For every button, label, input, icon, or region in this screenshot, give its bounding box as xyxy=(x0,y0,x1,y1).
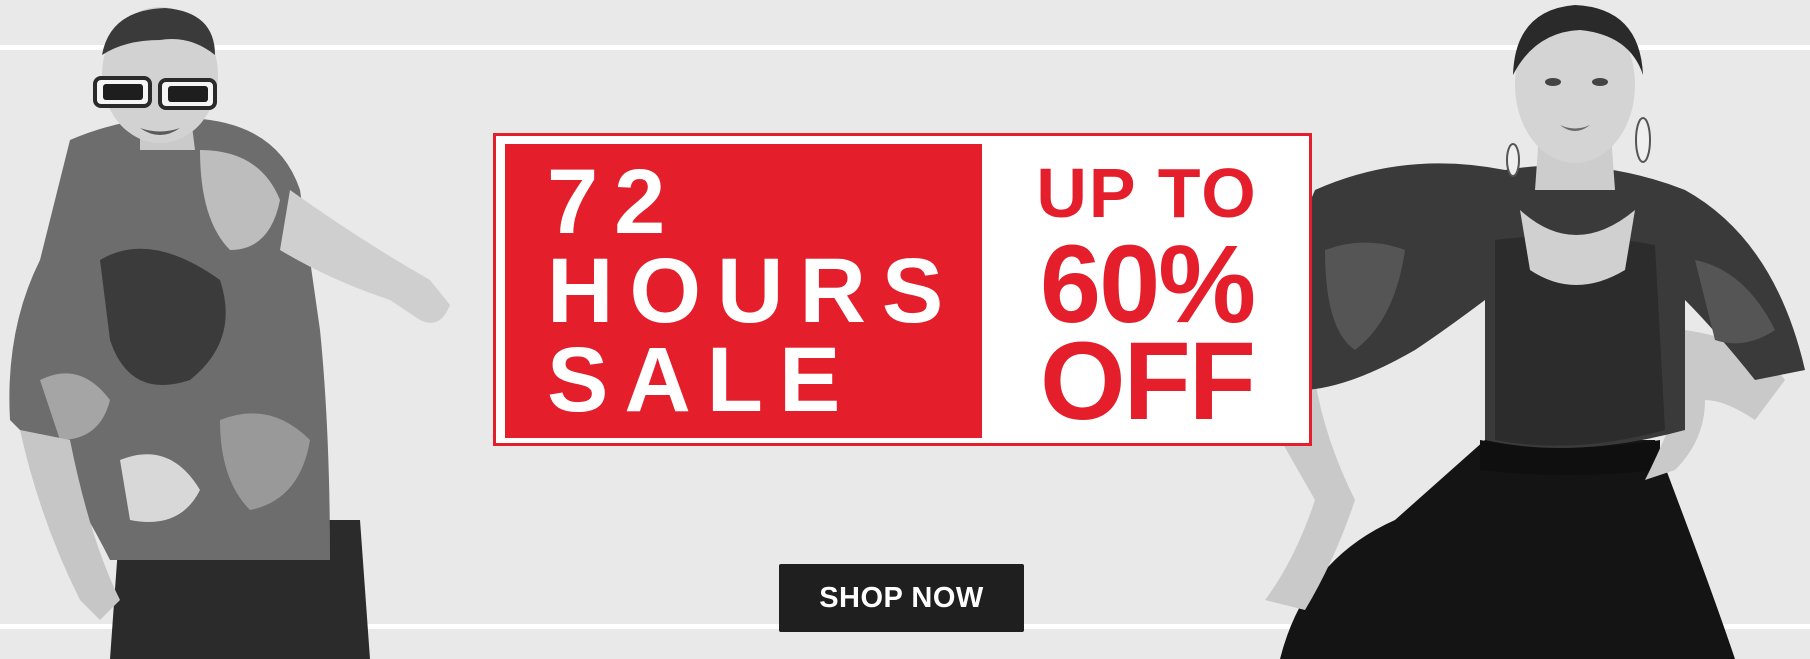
sale-label: SALE xyxy=(547,329,857,431)
sale-banner[interactable]: 72 HOURS SALE UP TO 60% OFF SHOP NOW xyxy=(0,0,1810,659)
shop-now-button[interactable]: SHOP NOW xyxy=(779,564,1024,632)
sale-hours-number: 72 xyxy=(547,151,682,253)
offer-up-to: UP TO xyxy=(1036,154,1258,232)
male-model-image xyxy=(9,7,450,659)
sale-red-panel: 72 HOURS SALE xyxy=(505,144,982,438)
offer-off: OFF xyxy=(1040,320,1256,443)
sale-hours-label: HOURS xyxy=(547,240,960,342)
sale-graphic: 72 HOURS SALE UP TO 60% OFF xyxy=(493,133,1312,446)
